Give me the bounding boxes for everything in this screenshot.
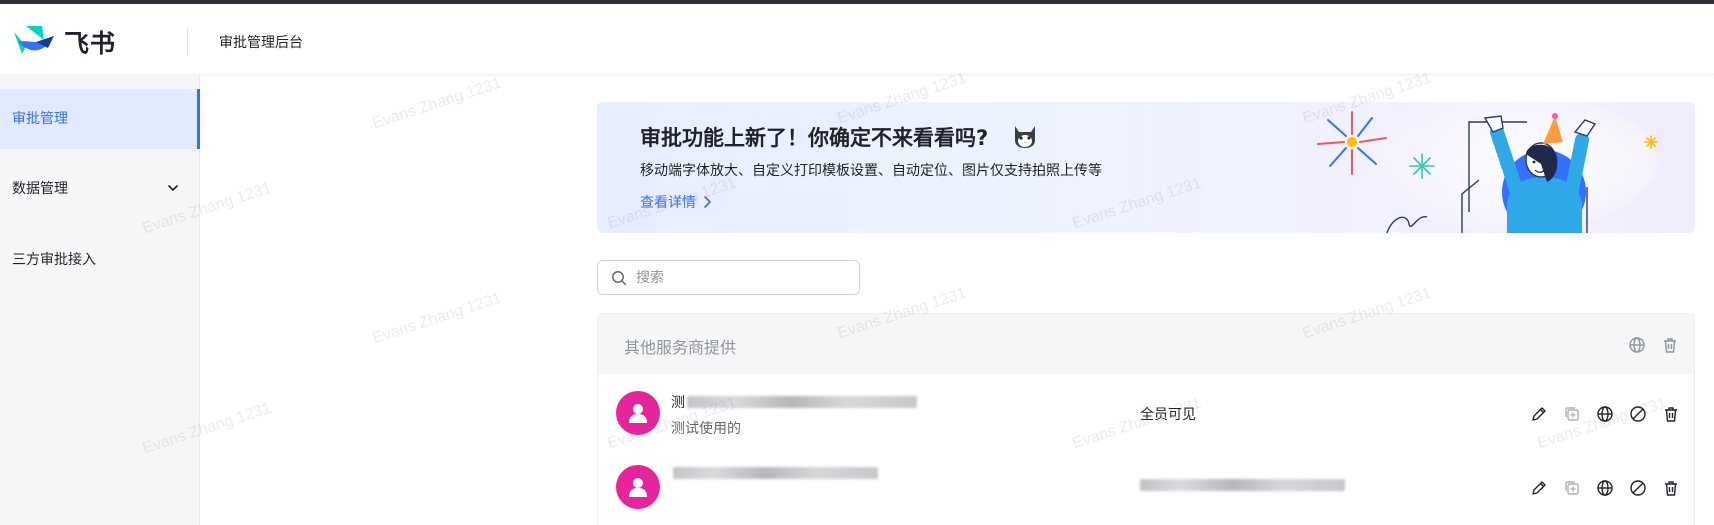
avatar: [616, 465, 660, 509]
globe-icon[interactable]: [1628, 336, 1646, 354]
search-icon: [612, 271, 627, 286]
banner-illustration: [1317, 102, 1658, 233]
list-item[interactable]: [598, 448, 1694, 522]
globe-icon[interactable]: [1596, 405, 1614, 423]
provider-group: 其他服务商提供 测 测试使用的 全员可见: [597, 313, 1695, 525]
watermark: Evans Zhang 1231: [370, 289, 504, 348]
edit-icon[interactable]: [1530, 405, 1548, 423]
group-header-actions: [1618, 334, 1679, 354]
search-box[interactable]: [597, 260, 860, 295]
search-input[interactable]: [636, 267, 846, 289]
trash-icon[interactable]: [1661, 336, 1679, 354]
chevron-right-icon: [704, 196, 711, 208]
header-title: 审批管理后台: [219, 35, 303, 51]
item-visibility: [1140, 478, 1345, 494]
copy-icon[interactable]: [1563, 405, 1581, 423]
user-icon: [629, 478, 647, 497]
globe-icon[interactable]: [1596, 479, 1614, 497]
sidebar: 审批管理 数据管理 三方审批接入: [0, 75, 200, 525]
trash-icon[interactable]: [1662, 479, 1680, 497]
view-details-label: 查看详情: [640, 195, 696, 211]
avatar: [616, 391, 660, 435]
sidebar-item-label: 数据管理: [12, 181, 68, 197]
user-icon: [629, 404, 647, 423]
brand-name: 飞书: [64, 29, 117, 58]
item-description: 测试使用的: [671, 421, 741, 437]
item-name-prefix: 测: [671, 395, 685, 411]
sidebar-item-data-management[interactable]: 数据管理: [0, 159, 200, 219]
sidebar-item-label: 三方审批接入: [12, 252, 96, 268]
disable-icon[interactable]: [1629, 479, 1647, 497]
feishu-logo-icon: [14, 26, 54, 54]
copy-icon[interactable]: [1563, 479, 1581, 497]
announcement-banner: 审批功能上新了！你确定不来看看吗? 移动端字体放大、自定义打印模板设置、自动定位…: [597, 102, 1695, 233]
banner-title: 审批功能上新了！你确定不来看看吗?: [640, 126, 989, 150]
group-title: 其他服务商提供: [624, 338, 737, 357]
item-name: 测: [671, 392, 917, 412]
item-name: [671, 466, 878, 482]
trash-icon[interactable]: [1662, 405, 1680, 423]
sidebar-item-third-party-approval[interactable]: 三方审批接入: [0, 230, 200, 290]
sidebar-item-label: 审批管理: [12, 111, 68, 127]
group-header: 其他服务商提供: [598, 314, 1694, 374]
redacted-text: [687, 396, 917, 408]
redacted-text: [1140, 479, 1345, 491]
sidebar-item-approval-management[interactable]: 审批管理: [0, 89, 200, 149]
top-header: 飞书 审批管理后台: [0, 4, 1714, 75]
banner-subtitle: 移动端字体放大、自定义打印模板设置、自动定位、图片仅支持拍照上传等: [640, 163, 1102, 179]
cat-emoji-icon: [1015, 126, 1035, 148]
edit-icon[interactable]: [1530, 479, 1548, 497]
item-actions: [1520, 477, 1680, 497]
chevron-down-icon[interactable]: [166, 181, 180, 195]
watermark: Evans Zhang 1231: [370, 74, 504, 133]
item-visibility: 全员可见: [1140, 407, 1196, 423]
disable-icon[interactable]: [1629, 405, 1647, 423]
redacted-text: [673, 467, 878, 479]
view-details-link[interactable]: 查看详情: [640, 192, 712, 212]
header-divider: [187, 28, 188, 56]
item-actions: [1520, 403, 1680, 423]
list-item[interactable]: 测 测试使用的 全员可见: [598, 374, 1694, 448]
